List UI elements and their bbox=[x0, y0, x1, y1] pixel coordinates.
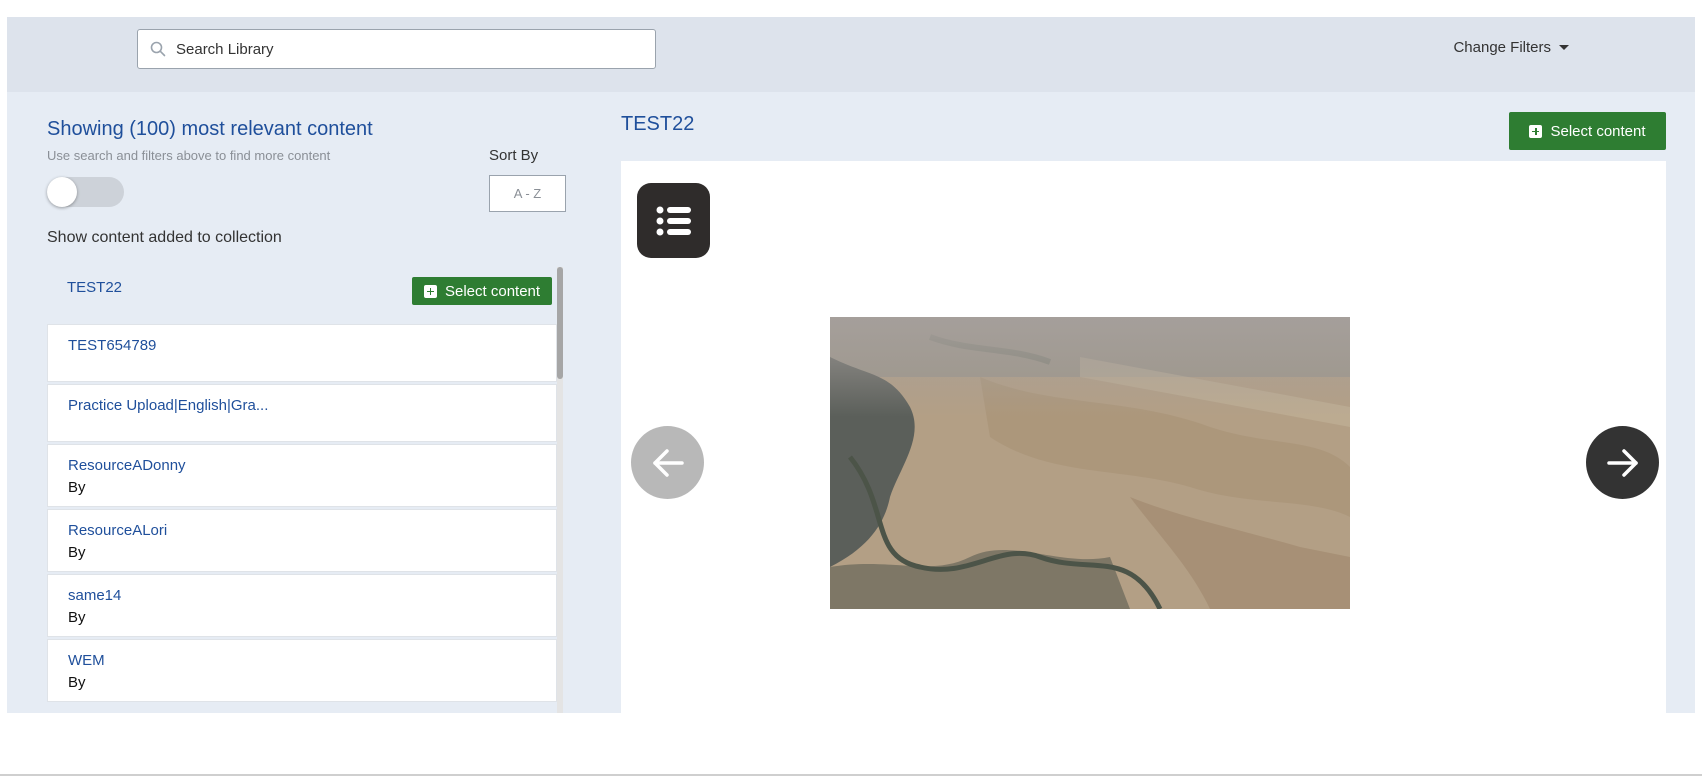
preview-panel bbox=[621, 161, 1666, 713]
item-title: ResourceADonny bbox=[68, 457, 186, 474]
arrow-right-icon bbox=[1606, 448, 1638, 477]
item-title: same14 bbox=[68, 587, 122, 604]
aerial-landscape-image bbox=[830, 317, 1350, 609]
item-author: By bbox=[68, 544, 86, 561]
results-subheading: Use search and filters above to find mor… bbox=[47, 148, 331, 163]
list-scrollbar-thumb[interactable] bbox=[557, 267, 563, 379]
library-frame: Change Filters Showing (100) most releva… bbox=[7, 17, 1695, 713]
list-item[interactable]: TEST654789 bbox=[47, 324, 557, 382]
sort-select[interactable]: A - Z bbox=[489, 175, 566, 212]
top-bar: Change Filters bbox=[7, 17, 1695, 92]
item-author: By bbox=[68, 479, 86, 496]
change-filters-label: Change Filters bbox=[1453, 39, 1551, 56]
item-author: By bbox=[68, 674, 86, 691]
show-added-label: Show content added to collection bbox=[47, 229, 282, 246]
list-item[interactable]: ResourceALori By bbox=[47, 509, 557, 572]
aerial-landscape-svg bbox=[830, 317, 1350, 609]
item-title: WEM bbox=[68, 652, 105, 669]
arrow-left-icon bbox=[652, 448, 684, 477]
select-content-label: Select content bbox=[1550, 122, 1646, 140]
list-item[interactable]: ResourceADonny By bbox=[47, 444, 557, 507]
plus-square-icon bbox=[424, 284, 437, 298]
show-added-toggle[interactable] bbox=[47, 177, 124, 207]
bottom-divider bbox=[0, 774, 1702, 776]
search-input[interactable] bbox=[176, 40, 616, 58]
list-icon[interactable] bbox=[637, 183, 710, 258]
preview-title: TEST22 bbox=[621, 113, 695, 135]
item-title: ResourceALori bbox=[68, 522, 168, 539]
list-glyph bbox=[656, 206, 691, 235]
list-item[interactable]: WEM By bbox=[47, 639, 557, 702]
item-title: Practice Upload|English|Gra... bbox=[68, 397, 269, 414]
sort-by-label: Sort By bbox=[489, 147, 539, 164]
chevron-down-icon bbox=[1559, 45, 1569, 50]
list-item[interactable]: Practice Upload|English|Gra... bbox=[47, 384, 557, 442]
results-heading: Showing (100) most relevant content bbox=[47, 118, 373, 140]
search-box[interactable] bbox=[137, 29, 656, 69]
select-content-label: Select content bbox=[445, 282, 541, 300]
prev-button[interactable] bbox=[631, 426, 704, 499]
item-title: TEST654789 bbox=[68, 337, 157, 354]
change-filters-dropdown[interactable]: Change Filters bbox=[1453, 39, 1569, 56]
list-item-selected[interactable]: TEST22 Select content bbox=[47, 267, 557, 328]
next-button[interactable] bbox=[1586, 426, 1659, 499]
select-content-button[interactable]: Select content bbox=[412, 277, 553, 305]
content-list: TEST22 Select content TEST654789 Practic… bbox=[47, 267, 567, 713]
select-content-button-top[interactable]: Select content bbox=[1509, 112, 1666, 150]
search-icon bbox=[150, 41, 166, 57]
list-item[interactable]: same14 By bbox=[47, 574, 557, 637]
plus-square-icon bbox=[1529, 124, 1543, 138]
item-author: By bbox=[68, 609, 86, 626]
toggle-knob bbox=[47, 177, 77, 207]
